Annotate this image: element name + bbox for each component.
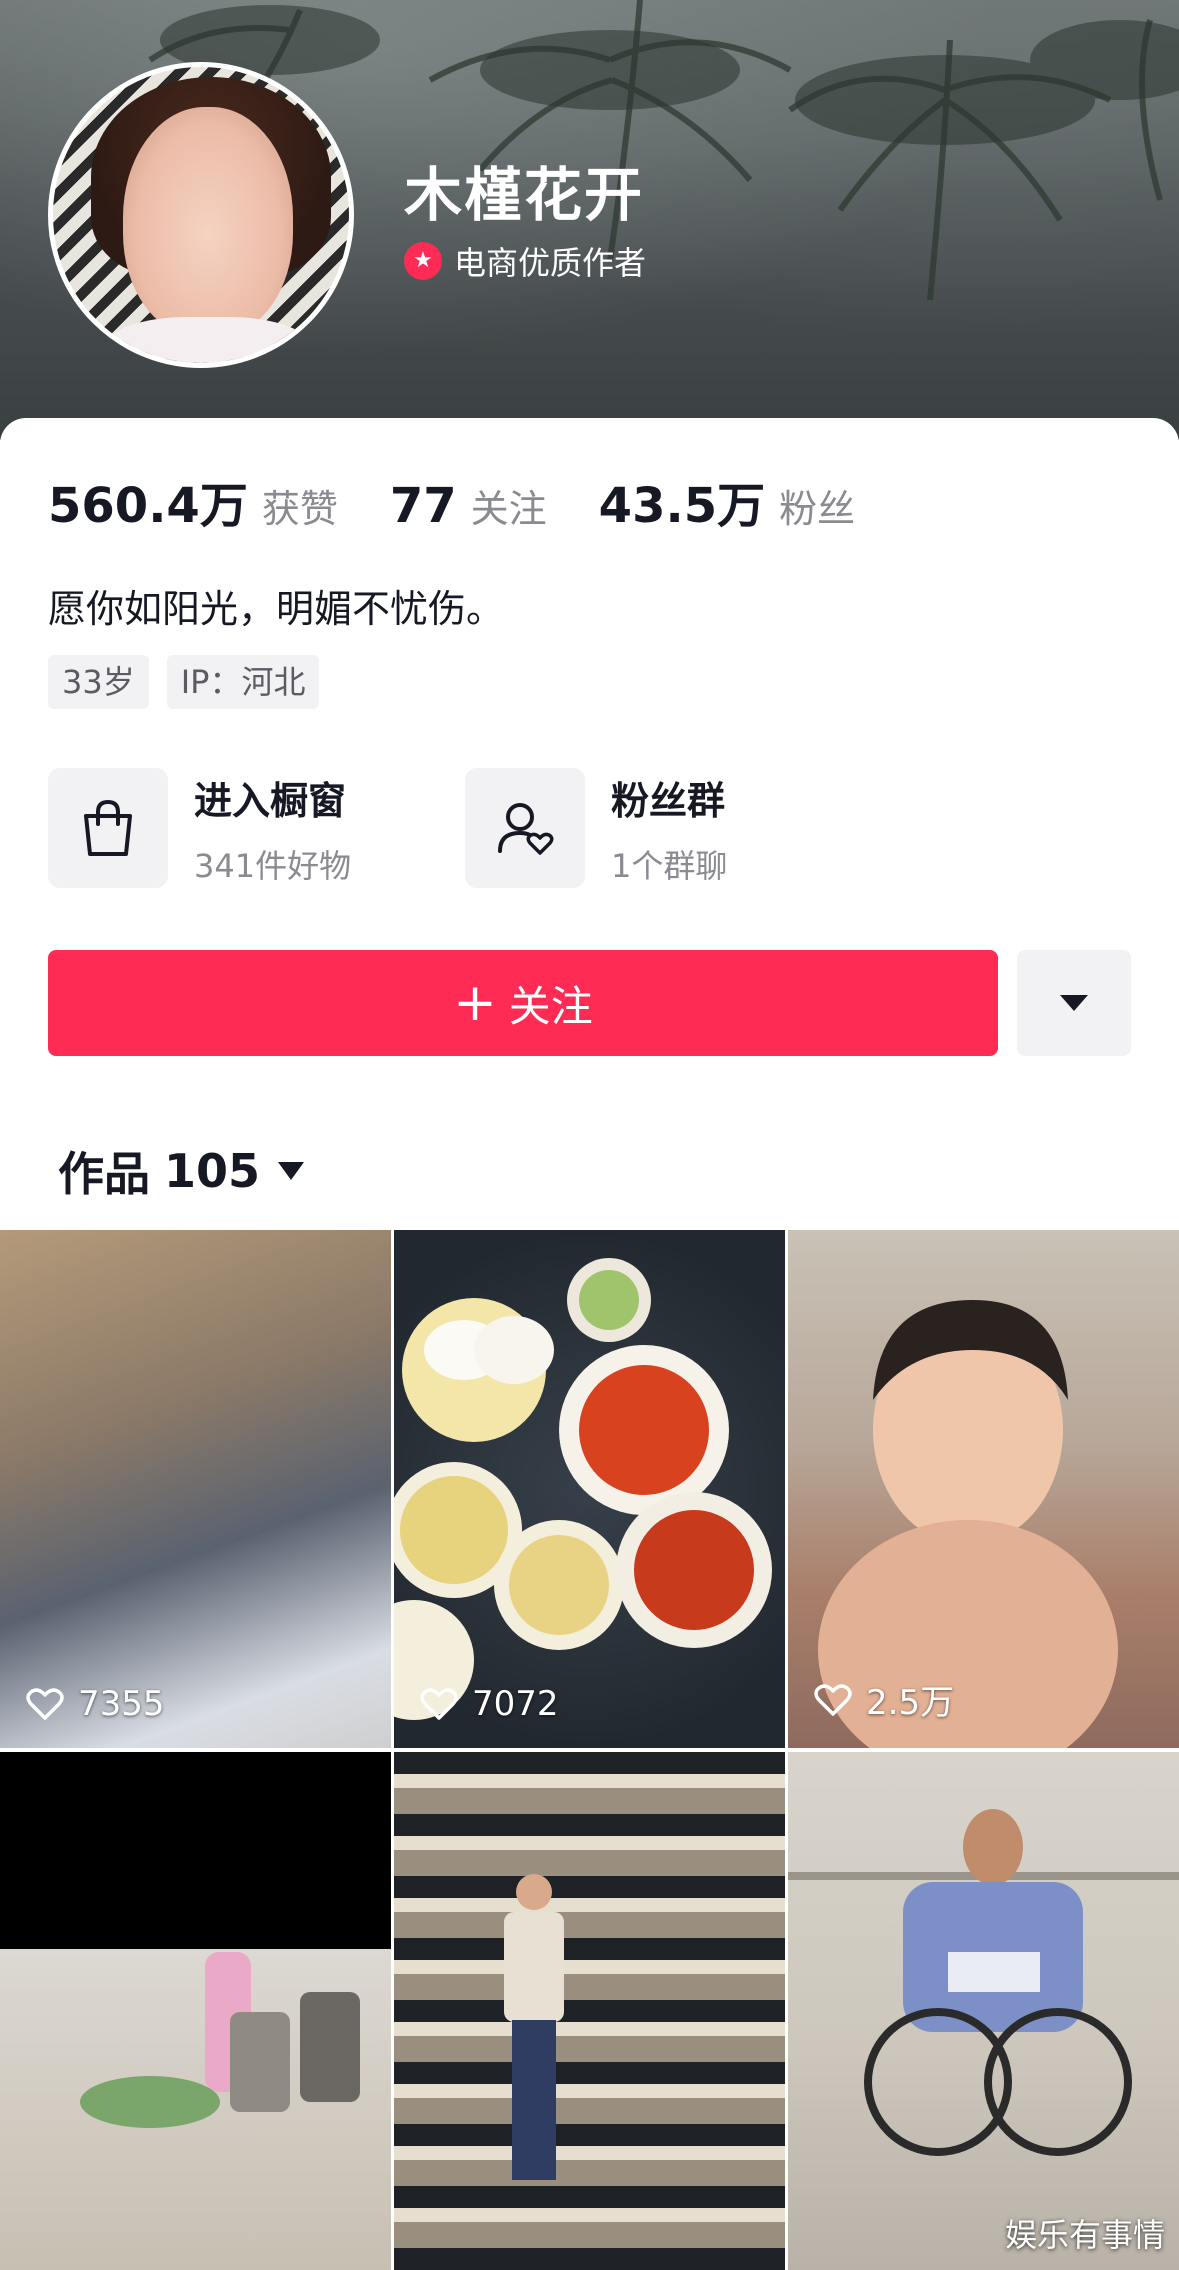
avatar-face xyxy=(123,107,293,337)
video-likes-count: 7072 xyxy=(472,1684,559,1724)
works-count: 105 xyxy=(164,1144,261,1198)
caret-down-icon xyxy=(1060,995,1088,1011)
profile-name: 木槿花开 xyxy=(404,161,645,229)
star-badge-icon: ★ xyxy=(404,242,442,280)
stat-following[interactable]: 77 关注 xyxy=(390,478,547,534)
profile-header-banner: 木槿花开 ★ 电商优质作者 xyxy=(0,0,1179,440)
heart-icon xyxy=(814,1683,852,1716)
stat-following-label: 关注 xyxy=(470,487,547,531)
shop-window-count: 341件好物 xyxy=(194,846,352,885)
works-tab[interactable]: 作品 105 xyxy=(58,1138,305,1204)
works-dropdown-icon xyxy=(278,1162,305,1180)
video-tile[interactable] xyxy=(0,1752,391,2270)
video-tile[interactable] xyxy=(394,1752,785,2270)
profile-stats: 560.4万 获赞 77 关注 43.5万 粉丝 xyxy=(48,466,907,536)
profile-tags: 33岁 IP：河北 xyxy=(48,655,337,709)
fan-group-title: 粉丝群 xyxy=(611,778,726,823)
profile-bio: 愿你如阳光，明媚不忧伤。 xyxy=(48,587,505,631)
child-portrait-image xyxy=(818,1300,1118,1748)
kitchen-items-image xyxy=(80,1952,360,2128)
video-likes: 7072 xyxy=(420,1684,559,1724)
stat-followers[interactable]: 43.5万 粉丝 xyxy=(599,466,855,536)
bookstore-image xyxy=(504,1874,564,2180)
plus-icon: + xyxy=(453,973,497,1033)
creator-badge[interactable]: ★ 电商优质作者 xyxy=(404,238,646,284)
badge-text: 电商优质作者 xyxy=(454,244,647,282)
video-tile[interactable]: 7355 xyxy=(0,1230,391,1748)
follow-button[interactable]: + 关注 xyxy=(48,950,998,1056)
food-plates-image xyxy=(394,1258,772,1720)
heart-icon xyxy=(420,1688,458,1720)
shopping-bag-icon xyxy=(48,768,168,888)
fan-group-icon xyxy=(465,768,585,888)
stat-likes-number: 560.4万 xyxy=(48,478,248,534)
video-tile[interactable]: 娱乐有事情 xyxy=(788,1752,1179,2270)
more-options-button[interactable] xyxy=(1017,950,1131,1056)
video-likes: 7355 xyxy=(26,1684,165,1724)
works-label: 作品 xyxy=(58,1147,150,1201)
shop-window-entry[interactable]: 进入橱窗 341件好物 xyxy=(48,768,351,888)
stat-followers-label: 粉丝 xyxy=(779,487,856,531)
follow-button-label: 关注 xyxy=(508,981,593,1031)
video-likes: 2.5万 xyxy=(814,1675,954,1724)
tag-ip-location: IP：河北 xyxy=(166,655,320,709)
stat-followers-number: 43.5万 xyxy=(598,478,766,534)
fan-group-entry[interactable]: 粉丝群 1个群聊 xyxy=(465,768,727,888)
video-likes-count: 2.5万 xyxy=(866,1683,955,1723)
stat-likes[interactable]: 560.4万 获赞 xyxy=(48,466,338,536)
tag-age: 33岁 xyxy=(48,655,149,709)
fan-group-count: 1个群聊 xyxy=(611,846,728,885)
avatar-collar xyxy=(103,317,313,363)
watermark: 娱乐有事情 xyxy=(1004,2216,1165,2254)
man-wheelchair-image xyxy=(788,1809,1179,2156)
video-tile[interactable]: 7072 xyxy=(394,1230,785,1748)
stat-following-number: 77 xyxy=(389,478,457,534)
avatar[interactable] xyxy=(48,62,354,368)
shop-window-title: 进入橱窗 xyxy=(194,778,347,823)
heart-icon xyxy=(26,1688,64,1720)
video-likes-count: 7355 xyxy=(78,1684,165,1724)
video-tile[interactable]: 2.5万 xyxy=(788,1230,1179,1748)
stat-likes-label: 获赞 xyxy=(261,487,338,531)
